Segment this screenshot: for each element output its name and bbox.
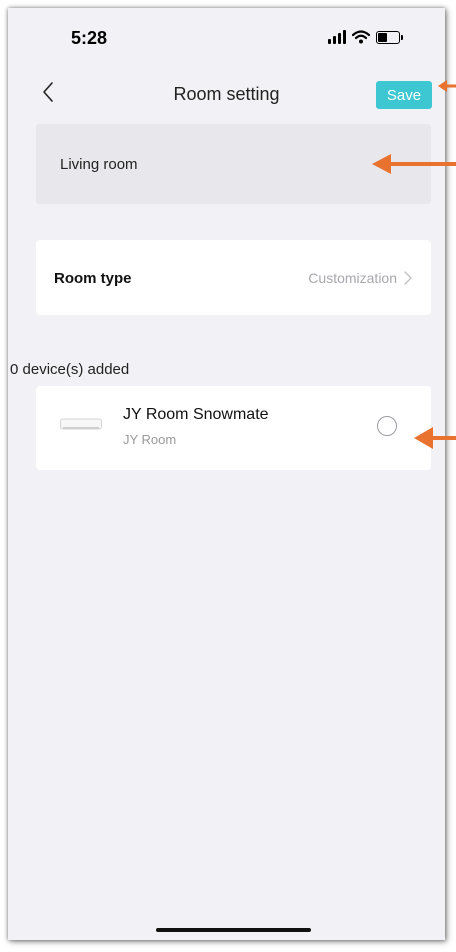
status-icons	[328, 30, 403, 44]
wifi-icon	[352, 30, 370, 44]
status-bar: 5:28	[8, 8, 445, 68]
chevron-right-icon	[404, 271, 412, 285]
room-type-value: Customization	[308, 270, 397, 286]
phone-screen: 5:28 Room setting Save Living room Room …	[8, 8, 445, 940]
annotation-arrow-device-radio	[414, 427, 456, 449]
room-type-row[interactable]: Room type Customization	[36, 240, 431, 315]
annotation-arrow-save	[438, 80, 456, 92]
annotation-arrow-room-name	[372, 154, 456, 174]
status-time: 5:28	[71, 28, 108, 48]
room-name-value: Living room	[60, 156, 138, 173]
air-conditioner-icon	[60, 418, 102, 430]
device-name: JY Room Snowmate	[123, 406, 269, 423]
save-button[interactable]: Save	[376, 81, 432, 109]
room-type-label: Room type	[54, 270, 132, 287]
device-select-radio[interactable]	[377, 416, 397, 436]
devices-count-label: 0 device(s) added	[10, 361, 130, 378]
device-list-item[interactable]: JY Room Snowmate JY Room	[36, 386, 431, 470]
nav-bar: Room setting Save	[8, 68, 445, 118]
battery-icon	[376, 30, 403, 44]
home-indicator[interactable]	[156, 928, 311, 932]
cellular-signal-icon	[328, 30, 346, 44]
device-location: JY Room	[123, 432, 177, 447]
